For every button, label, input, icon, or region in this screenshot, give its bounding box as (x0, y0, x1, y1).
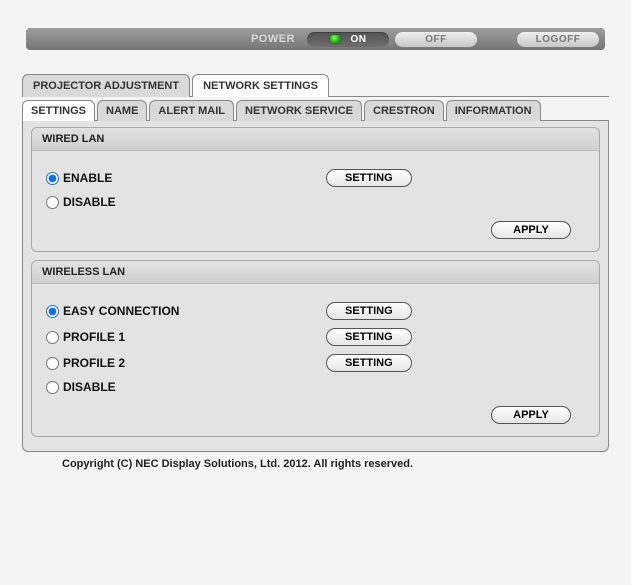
wired-lan-group: WIRED LAN ENABLE SETTING DISABLE (31, 127, 600, 252)
sub-tabs: SETTINGS NAME ALERT MAIL NETWORK SERVICE… (22, 100, 609, 121)
power-led-icon (330, 35, 341, 43)
wireless-easy-setting-button[interactable]: SETTING (326, 302, 412, 320)
wireless-lan-group: WIRELESS LAN EASY CONNECTION SETTING PRO… (31, 260, 600, 437)
power-off-button[interactable]: OFF (395, 32, 477, 47)
tab-network-settings[interactable]: NETWORK SETTINGS (192, 74, 329, 97)
tab-projector-adjustment[interactable]: PROJECTOR ADJUSTMENT (22, 74, 190, 97)
wireless-apply-button[interactable]: APPLY (491, 406, 571, 424)
subtab-name[interactable]: NAME (97, 100, 147, 121)
wireless-profile2-setting-button[interactable]: SETTING (326, 354, 412, 372)
settings-panel: WIRED LAN ENABLE SETTING DISABLE (22, 120, 609, 452)
subtab-crestron[interactable]: CRESTRON (364, 100, 444, 121)
wireless-easy-radio[interactable] (46, 305, 59, 318)
wired-disable-radio[interactable] (46, 196, 59, 209)
subtab-information[interactable]: INFORMATION (446, 100, 541, 121)
top-bar: POWER ON OFF LOGOFF (26, 28, 605, 50)
wireless-profile1-setting-button[interactable]: SETTING (326, 328, 412, 346)
wireless-profile2-label: PROFILE 2 (63, 356, 125, 370)
wireless-profile1-label: PROFILE 1 (63, 330, 125, 344)
wireless-lan-title: WIRELESS LAN (32, 261, 599, 284)
power-label: POWER (251, 33, 295, 45)
wired-enable-label: ENABLE (63, 171, 112, 185)
subtab-network-service[interactable]: NETWORK SERVICE (236, 100, 362, 121)
wireless-disable-radio[interactable] (46, 381, 59, 394)
footer-copyright: Copyright (C) NEC Display Solutions, Ltd… (22, 452, 609, 470)
wired-disable-label: DISABLE (63, 195, 116, 209)
main-tabs: PROJECTOR ADJUSTMENT NETWORK SETTINGS (22, 74, 609, 97)
wireless-easy-label: EASY CONNECTION (63, 304, 179, 318)
subtab-alert-mail[interactable]: ALERT MAIL (149, 100, 234, 121)
wired-enable-radio[interactable] (46, 172, 59, 185)
logoff-button[interactable]: LOGOFF (517, 32, 599, 47)
power-on-button[interactable]: ON (307, 32, 389, 47)
on-label: ON (351, 32, 367, 47)
wireless-disable-label: DISABLE (63, 380, 116, 394)
subtab-settings[interactable]: SETTINGS (22, 100, 95, 121)
wireless-profile2-radio[interactable] (46, 357, 59, 370)
wired-setting-button[interactable]: SETTING (326, 169, 412, 187)
wired-apply-button[interactable]: APPLY (491, 221, 571, 239)
wired-lan-title: WIRED LAN (32, 128, 599, 151)
wireless-profile1-radio[interactable] (46, 331, 59, 344)
